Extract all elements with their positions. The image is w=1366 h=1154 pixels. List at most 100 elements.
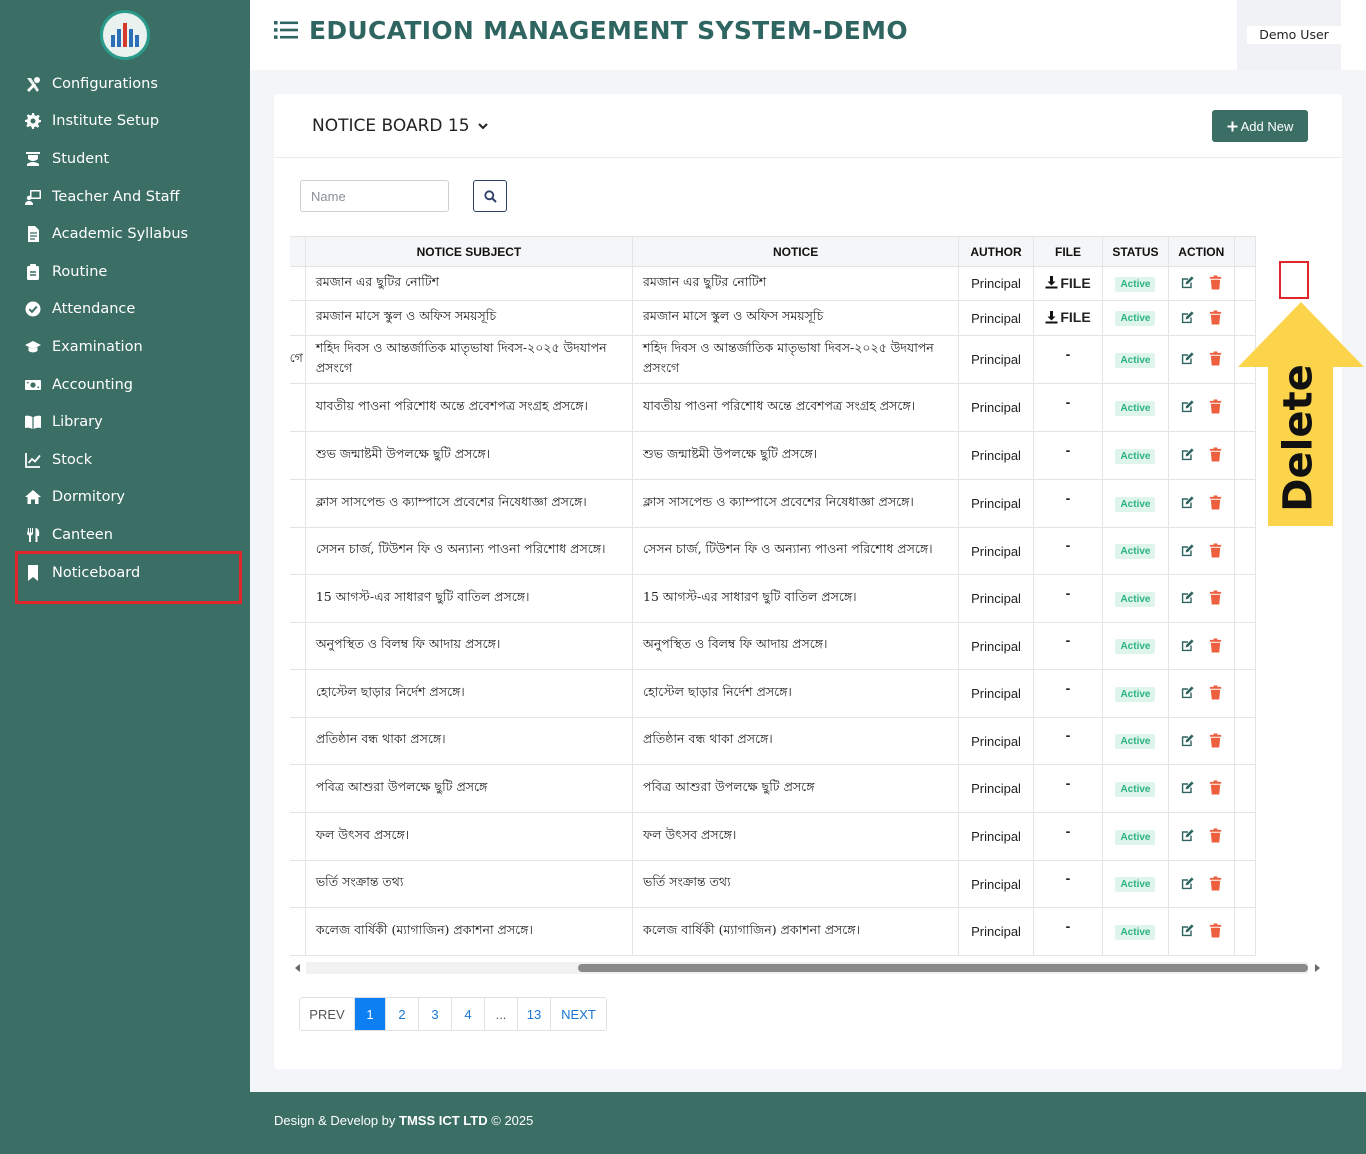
sidebar-item-stock[interactable]: Stock: [0, 441, 250, 479]
edit-icon[interactable]: [1178, 636, 1196, 654]
notice-text-cell: 15 আগস্ট-এর সাধারণ ছুটি বাতিল প্রসঙ্গে।: [631, 574, 960, 623]
document-icon: [24, 225, 42, 243]
edit-icon[interactable]: [1178, 922, 1196, 940]
edit-icon[interactable]: [1178, 494, 1196, 512]
author-cell: Principal: [958, 574, 1034, 623]
user-name[interactable]: Demo User: [1247, 26, 1341, 44]
pagination-page-3[interactable]: 3: [419, 998, 452, 1030]
search-name-input[interactable]: [300, 180, 449, 212]
edit-icon[interactable]: [1178, 684, 1196, 702]
scroll-left-icon[interactable]: [295, 964, 300, 972]
sidebar-item-routine[interactable]: Routine: [0, 253, 250, 291]
file-empty: -: [1065, 822, 1071, 839]
sidebar-item-academic-syllabus[interactable]: Academic Syllabus: [0, 215, 250, 253]
delete-icon[interactable]: [1206, 274, 1224, 292]
edit-icon[interactable]: [1178, 350, 1196, 368]
sidebar-item-canteen[interactable]: Canteen: [0, 516, 250, 554]
delete-icon[interactable]: [1206, 350, 1224, 368]
file-download-link[interactable]: FILE: [1045, 275, 1091, 291]
footer-company[interactable]: TMSS ICT LTD: [399, 1113, 488, 1128]
status-badge: Active: [1115, 311, 1156, 326]
sidebar-item-accounting[interactable]: Accounting: [0, 366, 250, 404]
delete-icon[interactable]: [1206, 494, 1224, 512]
notice-text-cell: ভর্তি সংক্রান্ত তথ্য: [631, 860, 960, 908]
scroll-right-icon[interactable]: [1315, 964, 1320, 972]
delete-icon[interactable]: [1206, 589, 1224, 607]
edit-icon[interactable]: [1178, 589, 1196, 607]
card-title-dropdown[interactable]: NOTICE BOARD 15: [312, 116, 488, 136]
file-cell: -: [1032, 764, 1104, 813]
institute-logo[interactable]: [100, 10, 150, 60]
author-cell: Principal: [958, 717, 1034, 765]
edit-icon[interactable]: [1178, 731, 1196, 749]
table-row: সেসন চার্জ, টিউশন ফি ও অন্যান্য পাওনা পর…: [290, 527, 1257, 575]
edit-icon[interactable]: [1178, 827, 1196, 845]
pagination-prev[interactable]: PREV: [300, 998, 355, 1030]
pagination-page-1[interactable]: 1: [355, 998, 386, 1030]
delete-icon[interactable]: [1206, 446, 1224, 464]
table-header-row: NOTICE SUBJECT NOTICE AUTHOR FILE STATUS…: [290, 236, 1257, 267]
sidebar-item-label: Teacher And Staff: [52, 188, 180, 205]
sidebar-item-dormitory[interactable]: Dormitory: [0, 479, 250, 517]
status-cell: Active: [1102, 812, 1169, 861]
search-button[interactable]: [473, 180, 507, 212]
table-row: যাবতীয় পাওনা পরিশোধ অন্তে প্রবেশপত্র সং…: [290, 383, 1257, 432]
edit-icon[interactable]: [1178, 274, 1196, 292]
pagination-page-2[interactable]: 2: [386, 998, 419, 1030]
edit-icon[interactable]: [1178, 779, 1196, 797]
delete-icon[interactable]: [1206, 731, 1224, 749]
sidebar-item-institute-setup[interactable]: Institute Setup: [0, 103, 250, 141]
horizontal-scrollbar[interactable]: [292, 962, 1322, 974]
list-menu-icon[interactable]: [274, 20, 298, 40]
sidebar-item-student[interactable]: Student: [0, 140, 250, 178]
file-empty: -: [1065, 870, 1071, 886]
extra-cell: [1233, 266, 1257, 301]
search-icon: [483, 189, 497, 203]
delete-icon[interactable]: [1206, 398, 1224, 416]
delete-icon[interactable]: [1206, 308, 1224, 326]
sidebar-item-teacher-and-staff[interactable]: Teacher And Staff: [0, 178, 250, 216]
delete-icon[interactable]: [1206, 922, 1224, 940]
file-download-link[interactable]: FILE: [1045, 309, 1091, 325]
table-row: অনুপস্থিত ও বিলম্ব ফি আদায় প্রসঙ্গে। অনু…: [290, 622, 1257, 670]
table-row: হোস্টেল ছাড়ার নির্দেশ প্রসঙ্গে। হোস্টেল …: [290, 669, 1257, 718]
edit-icon[interactable]: [1178, 308, 1196, 326]
delete-icon[interactable]: [1206, 827, 1224, 845]
author-cell: Principal: [958, 383, 1034, 432]
delete-icon[interactable]: [1206, 541, 1224, 559]
extra-cell: [1233, 669, 1257, 718]
sidebar-item-attendance[interactable]: Attendance: [0, 291, 250, 329]
file-cell: FILE: [1032, 266, 1104, 301]
add-new-button[interactable]: Add New: [1212, 110, 1308, 142]
delete-icon[interactable]: [1206, 779, 1224, 797]
column-header-author: AUTHOR: [958, 236, 1034, 267]
sidebar-item-examination[interactable]: Examination: [0, 328, 250, 366]
edit-icon[interactable]: [1178, 398, 1196, 416]
status-badge: Active: [1115, 400, 1156, 416]
status-cell: Active: [1102, 431, 1169, 480]
sidebar-item-library[interactable]: Library: [0, 403, 250, 441]
delete-icon[interactable]: [1206, 636, 1224, 654]
clipped-cell: [290, 669, 306, 718]
status-badge: Active: [1115, 924, 1156, 940]
status-cell: Active: [1102, 574, 1169, 623]
notice-table-container[interactable]: NOTICE SUBJECT NOTICE AUTHOR FILE STATUS…: [290, 236, 1316, 956]
edit-icon[interactable]: [1178, 874, 1196, 892]
pagination-next[interactable]: NEXT: [551, 998, 606, 1030]
edit-icon[interactable]: [1178, 541, 1196, 559]
user-menu[interactable]: Demo User: [1237, 0, 1341, 70]
pagination-page-4[interactable]: 4: [452, 998, 485, 1030]
notice-subject-cell: ক্লাস সাসপেন্ড ও ক্যাম্পাসে প্রবেশের নিষ…: [304, 479, 634, 528]
clipped-cell: [290, 431, 306, 480]
edit-icon[interactable]: [1178, 446, 1196, 464]
pagination-page-13[interactable]: 13: [518, 998, 551, 1030]
extra-cell: [1233, 717, 1257, 765]
top-header: EDUCATION MANAGEMENT SYSTEM-DEMO Demo Us…: [250, 0, 1366, 70]
gear-icon: [24, 112, 42, 130]
status-badge: Active: [1115, 591, 1156, 607]
delete-icon[interactable]: [1206, 874, 1224, 892]
delete-icon[interactable]: [1206, 684, 1224, 702]
sidebar-item-configurations[interactable]: Configurations: [0, 65, 250, 103]
author-cell: Principal: [958, 335, 1034, 384]
scrollbar-thumb[interactable]: [578, 964, 1308, 972]
